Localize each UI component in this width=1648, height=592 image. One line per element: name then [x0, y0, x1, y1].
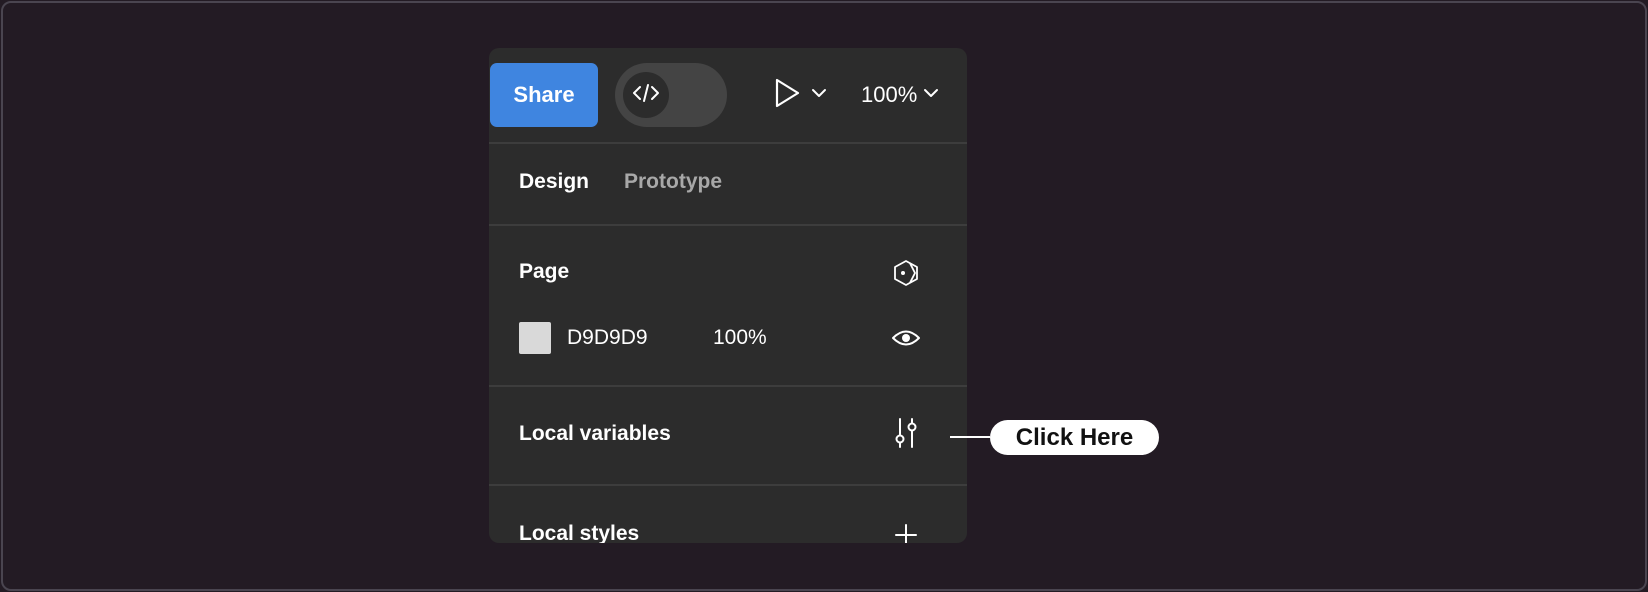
- dev-mode-knob: [623, 72, 669, 118]
- properties-panel: Share 100% Design Prototype Page D9D9D9 …: [489, 48, 967, 543]
- tab-design[interactable]: Design: [519, 170, 589, 194]
- hexagon-icon[interactable]: [889, 258, 923, 288]
- zoom-dropdown[interactable]: 100%: [861, 75, 939, 115]
- zoom-level: 100%: [861, 82, 918, 107]
- page-section-title: Page: [519, 260, 570, 283]
- divider: [489, 142, 967, 144]
- click-here-callout: Click Here: [990, 420, 1159, 455]
- chevron-down-icon[interactable]: [811, 86, 827, 104]
- callout-connector: [950, 436, 990, 438]
- local-variables-title: Local variables: [519, 422, 671, 445]
- chevron-down-icon: [923, 86, 939, 104]
- local-styles-title: Local styles: [519, 522, 640, 543]
- present-button[interactable]: [773, 75, 835, 115]
- play-icon: [773, 77, 801, 114]
- plus-icon[interactable]: [891, 520, 921, 543]
- dev-mode-toggle[interactable]: [615, 63, 727, 127]
- divider: [489, 224, 967, 226]
- code-icon: [631, 82, 661, 109]
- divider: [489, 484, 967, 486]
- toolbar: Share 100%: [489, 48, 967, 142]
- fill-hex-value[interactable]: D9D9D9: [567, 326, 648, 350]
- fill-opacity-value[interactable]: 100%: [713, 326, 767, 350]
- tab-prototype[interactable]: Prototype: [624, 170, 722, 194]
- fill-color-swatch[interactable]: [519, 322, 551, 354]
- eye-icon[interactable]: [889, 324, 923, 352]
- share-button[interactable]: Share: [490, 63, 598, 127]
- divider: [489, 385, 967, 387]
- sliders-icon[interactable]: [889, 416, 923, 450]
